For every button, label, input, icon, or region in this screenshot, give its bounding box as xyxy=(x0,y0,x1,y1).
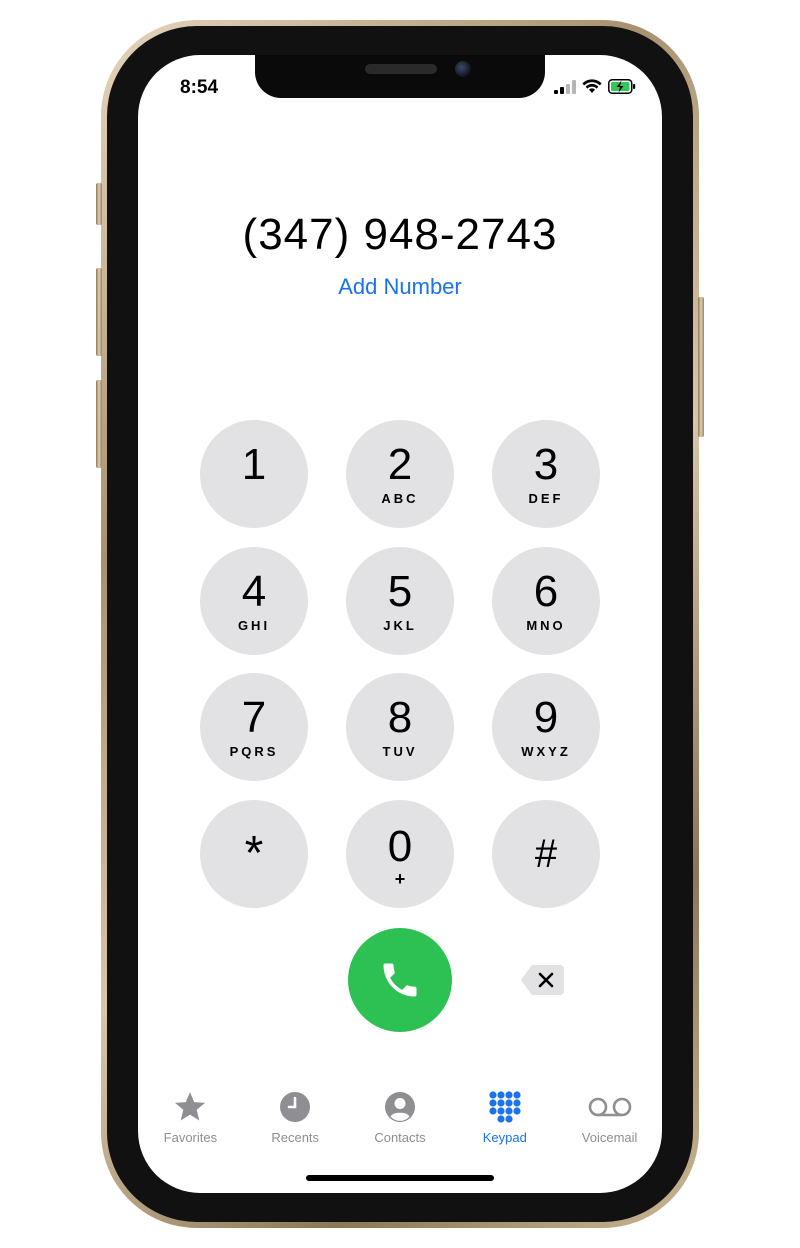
key-3[interactable]: 3 DEF xyxy=(492,420,600,528)
volume-up-button xyxy=(96,268,102,356)
tab-recents[interactable]: Recents xyxy=(243,1090,348,1150)
tab-label: Favorites xyxy=(163,1130,218,1145)
key-symbol: * xyxy=(244,827,264,880)
key-2[interactable]: 2 ABC xyxy=(346,420,454,528)
key-digit: 6 xyxy=(533,567,559,616)
tab-favorites[interactable]: Favorites xyxy=(138,1090,243,1150)
key-1[interactable]: 1 xyxy=(200,420,308,528)
add-number-link[interactable]: Add Number xyxy=(138,274,662,300)
key-digit: 3 xyxy=(533,440,559,489)
battery-charging-icon xyxy=(608,79,636,94)
key-letters: PQRS xyxy=(229,744,279,759)
tab-bar: Favorites Recents Contacts Keypad Voicem… xyxy=(138,1090,662,1150)
key-letters: + xyxy=(394,869,406,889)
phone-screen: 8:54 (347) 948-2743 Add Number 1 2 ABC 3… xyxy=(138,55,662,1193)
key-digit: 9 xyxy=(533,693,559,742)
key-8[interactable]: 8 TUV xyxy=(346,673,454,781)
key-hash[interactable]: # xyxy=(492,800,600,908)
key-star[interactable]: * xyxy=(200,800,308,908)
key-0[interactable]: 0 + xyxy=(346,800,454,908)
tab-keypad[interactable]: Keypad xyxy=(452,1090,557,1150)
dialed-number: (347) 948-2743 xyxy=(242,210,558,259)
key-letters: GHI xyxy=(237,618,271,633)
cellular-signal-icon xyxy=(554,79,576,94)
key-digit: 2 xyxy=(387,440,413,489)
notch xyxy=(255,55,545,98)
key-letters: WXYZ xyxy=(521,744,571,759)
key-5[interactable]: 5 JKL xyxy=(346,547,454,655)
key-digit: 4 xyxy=(241,567,267,616)
tab-label: Voicemail xyxy=(581,1130,638,1145)
keypad: 1 2 ABC 3 DEF 4 GHI 5 JKL 6 MNO 7 PQRS 8 xyxy=(200,420,600,908)
ring-switch xyxy=(96,183,102,225)
tab-label: Contacts xyxy=(374,1130,426,1145)
voicemail-icon xyxy=(588,1097,631,1117)
front-camera xyxy=(455,61,471,77)
phone-handset-icon xyxy=(383,963,417,997)
home-indicator[interactable] xyxy=(306,1175,494,1181)
status-time: 8:54 xyxy=(180,77,219,98)
key-digit: 0 xyxy=(387,822,413,871)
tab-voicemail[interactable]: Voicemail xyxy=(557,1090,662,1150)
clock-icon xyxy=(280,1092,311,1122)
key-letters: MNO xyxy=(526,618,566,633)
tab-label: Recents xyxy=(271,1130,320,1145)
key-digit: 1 xyxy=(241,440,267,489)
key-letters: TUV xyxy=(382,744,418,759)
call-button[interactable] xyxy=(348,928,452,1032)
wifi-icon xyxy=(582,79,602,93)
earpiece-speaker xyxy=(365,64,437,74)
key-9[interactable]: 9 WXYZ xyxy=(492,673,600,781)
side-button xyxy=(698,297,704,437)
key-7[interactable]: 7 PQRS xyxy=(200,673,308,781)
key-4[interactable]: 4 GHI xyxy=(200,547,308,655)
delete-backspace-icon[interactable] xyxy=(520,963,566,997)
key-letters: DEF xyxy=(528,491,564,506)
key-symbol: # xyxy=(534,832,558,876)
tab-contacts[interactable]: Contacts xyxy=(348,1090,453,1150)
volume-down-button xyxy=(96,380,102,468)
key-letters: ABC xyxy=(381,491,419,506)
tab-label: Keypad xyxy=(482,1130,527,1145)
key-letters: JKL xyxy=(383,618,417,633)
person-circle-icon xyxy=(384,1092,415,1122)
keypad-grid-icon xyxy=(489,1091,521,1123)
status-icons xyxy=(554,79,636,94)
key-digit: 8 xyxy=(387,693,413,742)
star-icon xyxy=(175,1092,206,1121)
key-6[interactable]: 6 MNO xyxy=(492,547,600,655)
key-digit: 5 xyxy=(387,567,413,616)
key-digit: 7 xyxy=(241,693,267,742)
